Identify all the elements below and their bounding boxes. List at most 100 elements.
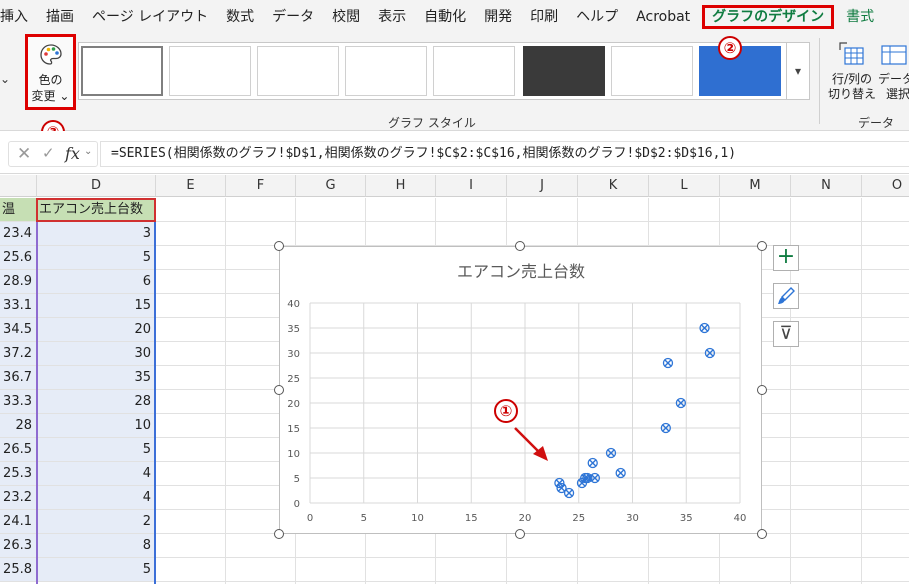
cell-empty[interactable] — [156, 342, 226, 366]
chart-style-6[interactable] — [523, 46, 605, 96]
cell-d-value[interactable]: 30 — [37, 342, 156, 366]
cell-empty[interactable] — [156, 486, 226, 510]
cell-c-value[interactable]: 25.3 — [0, 462, 37, 486]
column-header-j[interactable]: J — [507, 175, 578, 197]
column-header-i[interactable]: I — [436, 175, 507, 197]
cell-empty[interactable] — [578, 222, 649, 246]
cell-empty[interactable] — [578, 558, 649, 582]
chart-style-1[interactable] — [81, 46, 163, 96]
cell-empty[interactable] — [862, 486, 909, 510]
cell-empty[interactable] — [226, 534, 296, 558]
cell-empty[interactable] — [791, 270, 862, 294]
cell-c-value[interactable]: 25.6 — [0, 246, 37, 270]
cell-empty[interactable] — [436, 558, 507, 582]
resize-handle-r[interactable] — [757, 385, 767, 395]
cell-empty[interactable] — [296, 222, 366, 246]
cell-c-value[interactable]: 37.2 — [0, 342, 37, 366]
data-point[interactable] — [662, 357, 674, 369]
cell-d-value[interactable]: 3 — [37, 222, 156, 246]
column-header-m[interactable]: M — [720, 175, 791, 197]
formula-input[interactable]: =SERIES(相関係数のグラフ!$D$1,相関係数のグラフ!$C$2:$C$1… — [100, 141, 909, 167]
cell-c-value[interactable]: 36.7 — [0, 366, 37, 390]
cell-c-value[interactable]: 33.1 — [0, 294, 37, 318]
column-header-n[interactable]: N — [791, 175, 862, 197]
tab-acrobat[interactable]: Acrobat — [627, 5, 699, 29]
cell-empty[interactable] — [156, 198, 226, 222]
cell-empty[interactable] — [649, 198, 720, 222]
cell-empty[interactable] — [436, 222, 507, 246]
tab-automate[interactable]: 自動化 — [415, 5, 475, 29]
cell-empty[interactable] — [366, 534, 436, 558]
cell-d-value[interactable]: 6 — [37, 270, 156, 294]
chart-style-5[interactable] — [433, 46, 515, 96]
cell-empty[interactable] — [791, 294, 862, 318]
cell-c-value[interactable]: 25.8 — [0, 558, 37, 582]
cell-c-value[interactable]: 28 — [0, 414, 37, 438]
cell-empty[interactable] — [720, 534, 791, 558]
cell-empty[interactable] — [791, 438, 862, 462]
cell-empty[interactable] — [720, 558, 791, 582]
cell-empty[interactable] — [862, 390, 909, 414]
cell-empty[interactable] — [862, 222, 909, 246]
cell-empty[interactable] — [156, 414, 226, 438]
cell-empty[interactable] — [156, 318, 226, 342]
chart-style-2[interactable] — [169, 46, 251, 96]
cell-c-value[interactable]: 23.2 — [0, 486, 37, 510]
cell-c-value[interactable]: 34.5 — [0, 318, 37, 342]
cell-c-value[interactable]: 33.3 — [0, 390, 37, 414]
tab-print[interactable]: 印刷 — [521, 5, 567, 29]
column-header-o[interactable]: O — [862, 175, 909, 197]
tab-chart-design[interactable]: グラフのデザイン — [702, 5, 835, 29]
cell-empty[interactable] — [578, 534, 649, 558]
data-point[interactable] — [563, 487, 575, 499]
chevron-down-icon[interactable]: ⌄ — [84, 146, 92, 157]
chart-style-3[interactable] — [257, 46, 339, 96]
cell-d-value[interactable]: 10 — [37, 414, 156, 438]
cell-c-value[interactable]: 26.5 — [0, 438, 37, 462]
cell-empty[interactable] — [862, 270, 909, 294]
cell-empty[interactable] — [862, 198, 909, 222]
cell-empty[interactable] — [862, 294, 909, 318]
tab-view[interactable]: 表示 — [369, 5, 415, 29]
data-point[interactable] — [587, 457, 598, 469]
insert-function-icon[interactable]: fx — [65, 144, 80, 163]
cell-empty[interactable] — [507, 558, 578, 582]
cell-empty[interactable] — [862, 414, 909, 438]
cell-empty[interactable] — [791, 414, 862, 438]
cell-empty[interactable] — [226, 558, 296, 582]
scatter-chart[interactable]: エアコン売上台数 0 5 10 15 20 25 30 35 40 0 5 10 15 20 25 30 35 40 — [279, 246, 762, 534]
cell-empty[interactable] — [862, 318, 909, 342]
cell-empty[interactable] — [791, 198, 862, 222]
cell-empty[interactable] — [791, 486, 862, 510]
chart-style-4[interactable] — [345, 46, 427, 96]
tab-draw[interactable]: 描画 — [37, 5, 83, 29]
cell-empty[interactable] — [791, 366, 862, 390]
cell-empty[interactable] — [791, 534, 862, 558]
column-header-l[interactable]: L — [649, 175, 720, 197]
cell-empty[interactable] — [791, 222, 862, 246]
chart-style-7[interactable] — [611, 46, 693, 96]
cell-empty[interactable] — [156, 390, 226, 414]
chart-elements-button[interactable]: + — [773, 245, 799, 271]
cell-empty[interactable] — [436, 534, 507, 558]
cell-empty[interactable] — [507, 198, 578, 222]
column-header-g[interactable]: G — [296, 175, 366, 197]
column-header-f[interactable]: F — [226, 175, 296, 197]
cell-empty[interactable] — [156, 366, 226, 390]
tab-insert[interactable]: 挿入 — [0, 5, 37, 29]
cell-d-value[interactable]: 5 — [37, 246, 156, 270]
resize-handle-l[interactable] — [274, 385, 284, 395]
cell-empty[interactable] — [862, 462, 909, 486]
tab-formulas[interactable]: 数式 — [217, 5, 263, 29]
cell-empty[interactable] — [156, 438, 226, 462]
resize-handle-t[interactable] — [515, 241, 525, 251]
cell-d-value[interactable]: 35 — [37, 366, 156, 390]
column-header-c[interactable] — [0, 175, 37, 197]
change-colors-button[interactable]: 色の 変更 ⌄ — [25, 34, 76, 110]
cell-empty[interactable] — [649, 222, 720, 246]
cell-empty[interactable] — [156, 558, 226, 582]
cell-d-value[interactable]: 15 — [37, 294, 156, 318]
cell-empty[interactable] — [862, 366, 909, 390]
cell-empty[interactable] — [862, 246, 909, 270]
data-point[interactable] — [615, 467, 626, 479]
